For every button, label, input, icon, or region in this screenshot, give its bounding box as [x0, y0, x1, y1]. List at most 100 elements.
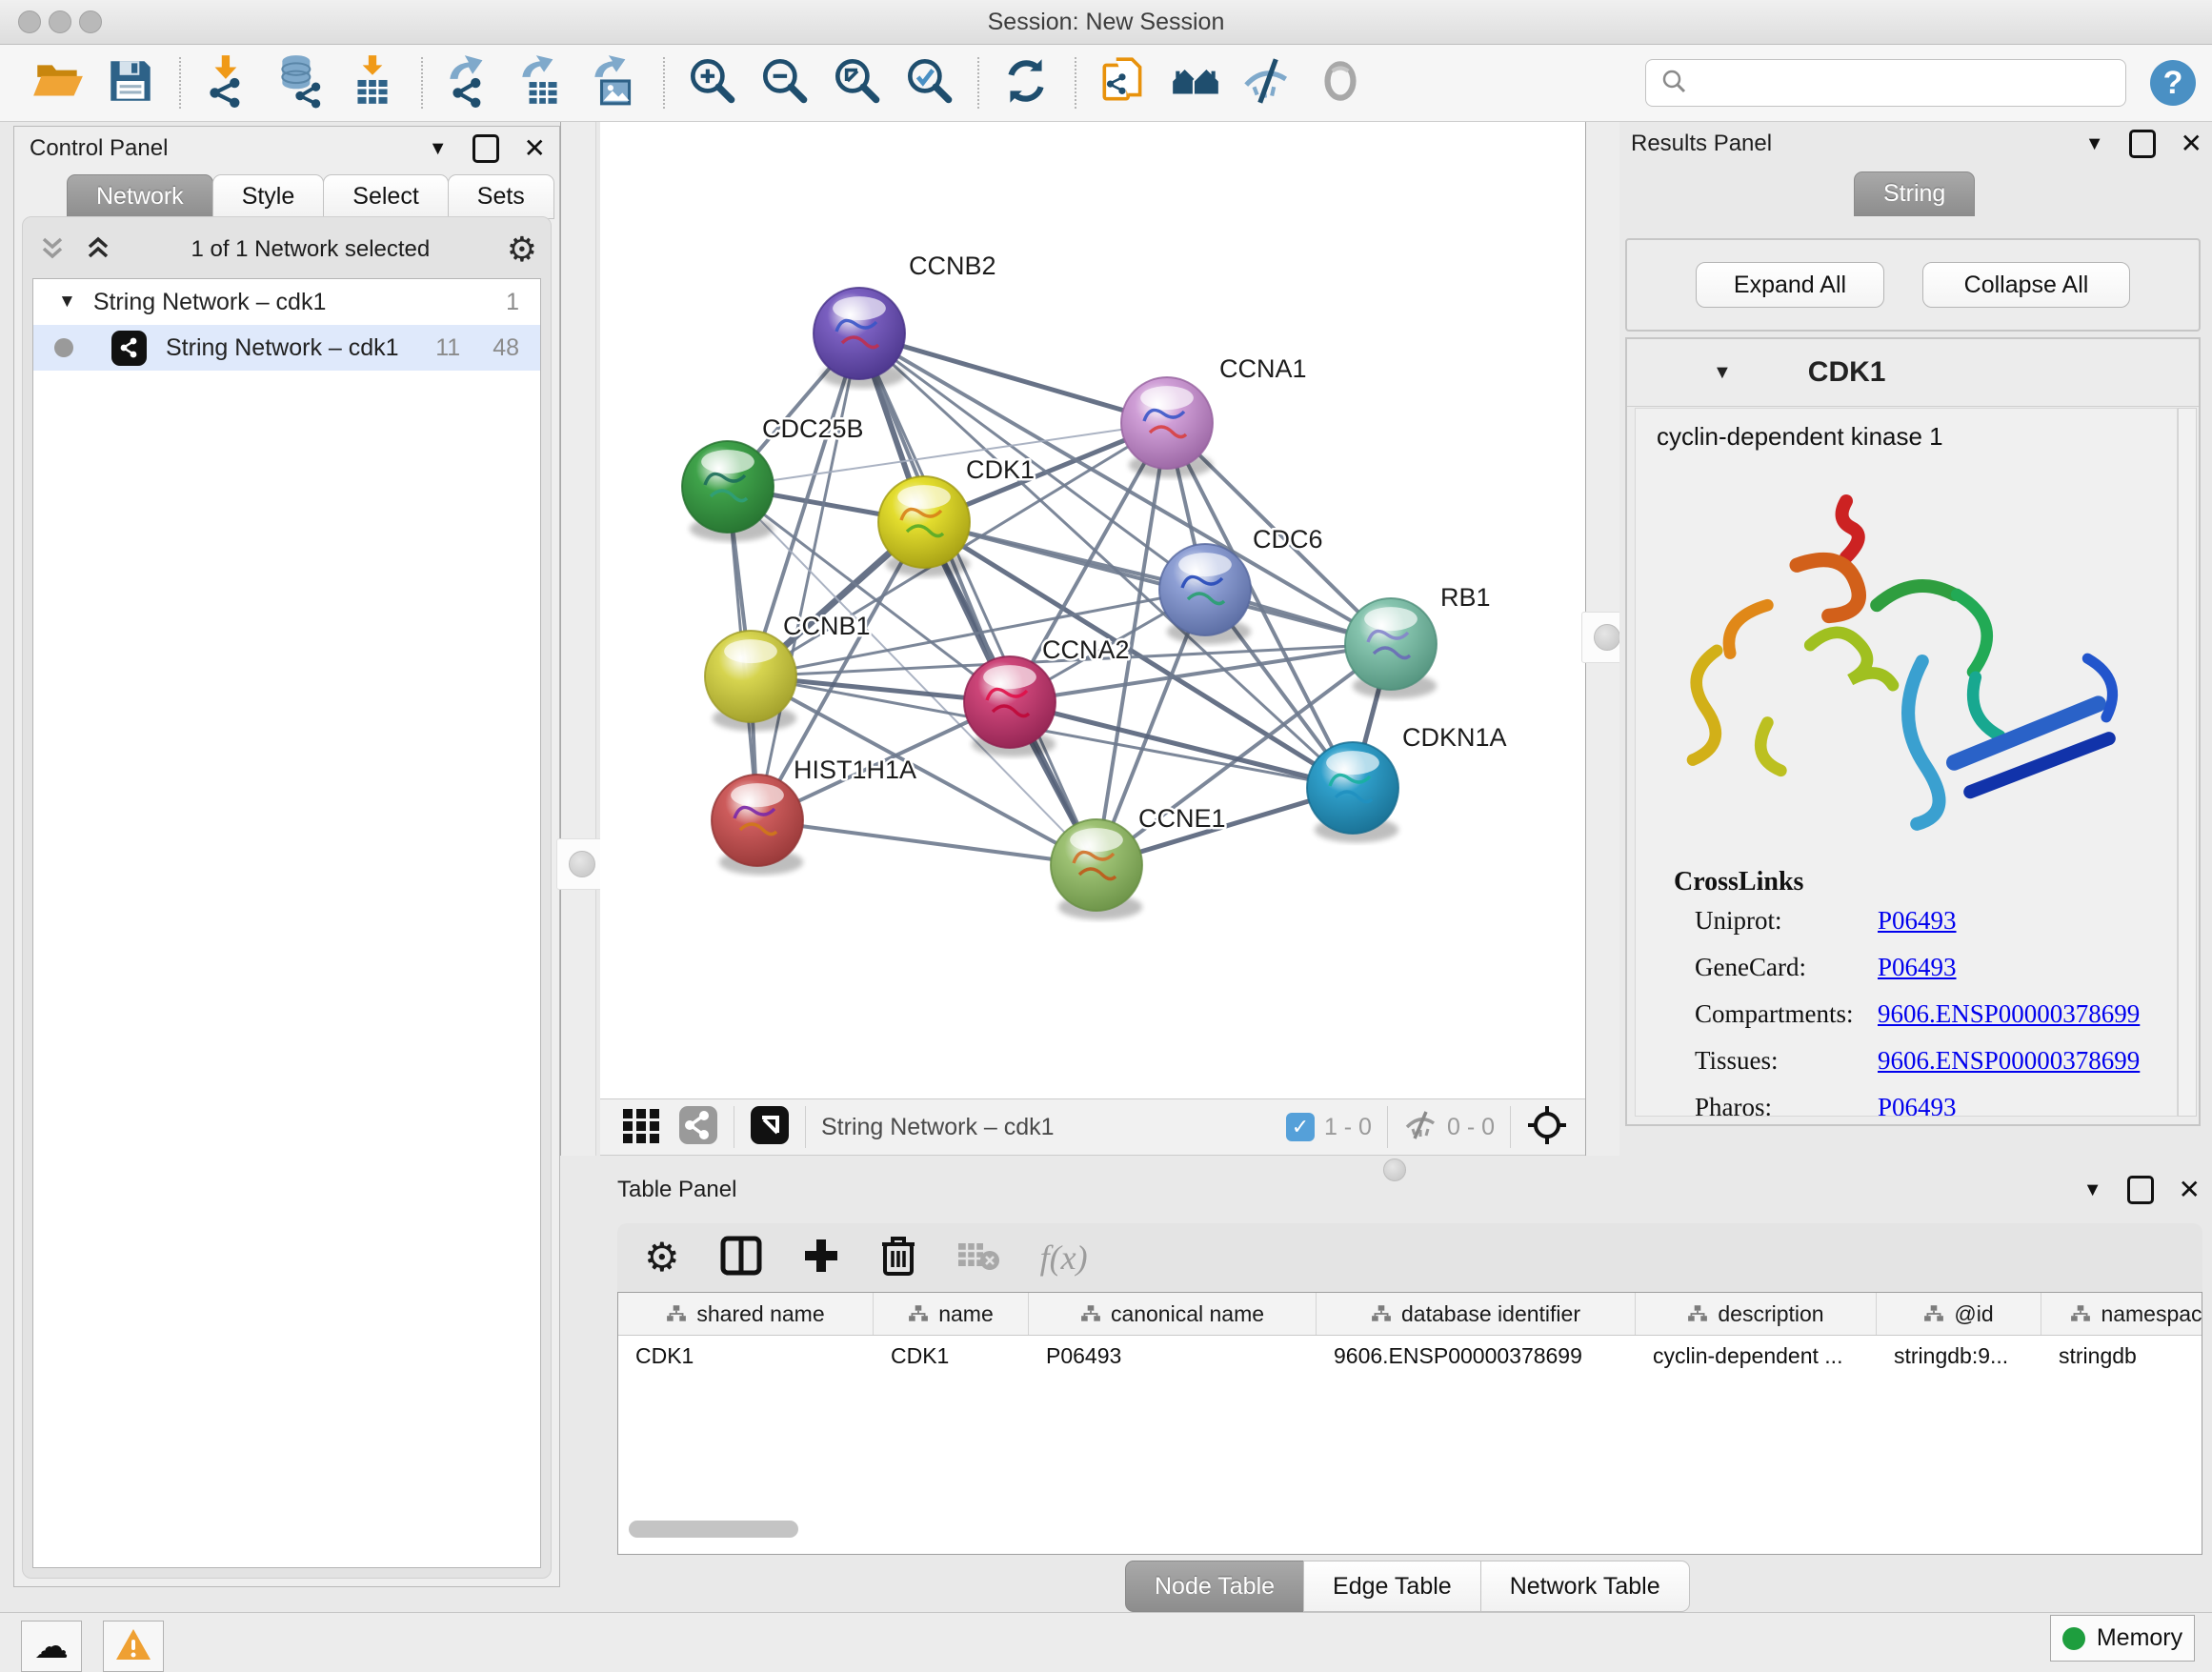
crosslink-row: GeneCard:P06493 [1695, 944, 2177, 991]
zoom-selected-button[interactable] [899, 53, 958, 112]
network-node-CCNA2[interactable] [964, 656, 1056, 756]
close-panel-icon[interactable]: ✕ [524, 135, 546, 162]
tab-network-table[interactable]: Network Table [1480, 1561, 1690, 1612]
export-table-button[interactable] [513, 53, 572, 112]
network-edge-HIST1H1A-CCNE1[interactable] [757, 820, 1096, 865]
crosslink-link[interactable]: P06493 [1878, 906, 1957, 936]
crosslink-link[interactable]: 9606.ENSP00000378699 [1878, 999, 2140, 1029]
hide-selected-button[interactable] [1238, 53, 1297, 112]
help-button[interactable]: ? [2147, 57, 2199, 109]
save-session-button[interactable] [101, 53, 160, 112]
main-toolbar: ? [0, 45, 2212, 122]
import-table-icon [345, 53, 400, 112]
expand-all-button[interactable]: Expand All [1696, 262, 1884, 308]
show-columns-icon[interactable] [720, 1236, 762, 1279]
control-panel-tabs: NetworkStyleSelectSets [68, 174, 554, 219]
network-edge-CCNB2-CCNA1[interactable] [859, 333, 1167, 423]
tab-sets[interactable]: Sets [448, 174, 554, 219]
left-panel-divider[interactable] [560, 122, 596, 1156]
zoom-out-button[interactable] [754, 53, 814, 112]
collapse-all-button[interactable]: Collapse All [1922, 262, 2130, 308]
network-node-CDC6[interactable] [1159, 544, 1251, 644]
refresh-button[interactable] [996, 53, 1056, 112]
show-all-button[interactable] [1311, 53, 1370, 112]
collapse-triangle-icon[interactable]: ▼ [58, 292, 76, 312]
column-header-description[interactable]: description [1636, 1293, 1877, 1335]
crosslink-link[interactable]: P06493 [1878, 953, 1957, 982]
network-view-icon[interactable] [678, 1105, 718, 1149]
export-image-button[interactable] [585, 53, 644, 112]
crosslink-link[interactable]: 9606.ENSP00000378699 [1878, 1046, 2140, 1076]
import-network-file-button[interactable] [198, 53, 257, 112]
network-tree-collection-row[interactable]: ▼ String Network – cdk1 1 [33, 279, 540, 325]
column-header-@id[interactable]: @id [1877, 1293, 2041, 1335]
network-tree-network-row[interactable]: String Network – cdk1 11 48 [33, 325, 540, 371]
network-node-CCNB1[interactable] [705, 631, 796, 731]
results-scrollbar[interactable] [2178, 408, 2197, 1117]
crosslink-label: Compartments: [1695, 999, 1878, 1029]
search-input[interactable] [1698, 69, 2112, 97]
close-panel-icon[interactable]: ✕ [2179, 1177, 2201, 1203]
column-header-shared-name[interactable]: shared name [618, 1293, 874, 1335]
zoom-fit-button[interactable] [827, 53, 886, 112]
warnings-button[interactable] [103, 1621, 164, 1672]
memory-button[interactable]: Memory [2050, 1615, 2195, 1662]
network-node-CCNE1[interactable] [1051, 819, 1142, 919]
network-edge-CCNB2-CCNE1[interactable] [859, 333, 1096, 865]
tab-node-table[interactable]: Node Table [1125, 1561, 1304, 1612]
toolbar-search[interactable] [1645, 59, 2126, 107]
open-session-button[interactable] [29, 53, 88, 112]
network-node-HIST1H1A[interactable] [712, 775, 803, 875]
collapse-section-icon[interactable]: ▼ [1713, 362, 1732, 384]
collapse-all-icon[interactable] [36, 232, 69, 268]
gear-icon[interactable]: ⚙ [507, 232, 537, 267]
export-network-button[interactable] [440, 53, 499, 112]
import-network-database-button[interactable] [271, 53, 330, 112]
column-header-canonical-name[interactable]: canonical name [1029, 1293, 1317, 1335]
close-panel-icon[interactable]: ✕ [2181, 131, 2202, 157]
birds-eye-view-icon[interactable] [750, 1105, 790, 1149]
string-network-graph[interactable]: CCNB2CCNA1CDC25BCDK1CDC6RB1CCNB1CCNA2CDK… [600, 122, 1585, 1098]
table-row[interactable]: CDK1CDK1P064939606.ENSP00000378699cyclin… [618, 1336, 2202, 1376]
float-panel-icon[interactable] [2129, 130, 2156, 158]
crosslink-link[interactable]: P06493 [1878, 1093, 1957, 1117]
grid-view-icon[interactable] [621, 1105, 661, 1149]
network-canvas[interactable]: CCNB2CCNA1CDC25BCDK1CDC6RB1CCNB1CCNA2CDK… [600, 122, 1585, 1098]
network-node-CDK1[interactable] [878, 476, 970, 576]
tab-style[interactable]: Style [212, 174, 325, 219]
column-header-name[interactable]: name [874, 1293, 1029, 1335]
network-edge-CCNA2-CDKN1A[interactable] [1010, 702, 1353, 788]
column-header-database-identifier[interactable]: database identifier [1317, 1293, 1636, 1335]
statusbar-separator [1387, 1106, 1388, 1148]
network-node-CCNB2[interactable] [814, 288, 905, 388]
panel-menu-icon[interactable]: ▼ [429, 138, 448, 160]
first-neighbors-button[interactable] [1166, 53, 1225, 112]
float-panel-icon[interactable] [2127, 1176, 2154, 1204]
node-label-CDC6: CDC6 [1253, 525, 1323, 554]
network-node-CCNA1[interactable] [1121, 377, 1213, 477]
tab-select[interactable]: Select [323, 174, 448, 219]
zoom-in-button[interactable] [682, 53, 741, 112]
cloud-button[interactable]: ☁ [21, 1621, 82, 1672]
expand-all-icon[interactable] [82, 232, 114, 268]
delete-column-trash-icon[interactable] [880, 1235, 916, 1280]
network-node-RB1[interactable] [1345, 598, 1437, 698]
panel-menu-icon[interactable]: ▼ [2083, 1179, 2102, 1201]
tab-edge-table[interactable]: Edge Table [1303, 1561, 1481, 1612]
import-table-file-button[interactable] [343, 53, 402, 112]
add-column-icon[interactable] [802, 1237, 840, 1279]
network-node-CDKN1A[interactable] [1307, 742, 1398, 842]
network-node-CDC25B[interactable] [682, 441, 774, 541]
node-label-CCNA1: CCNA1 [1219, 354, 1307, 383]
selected-checkbox-icon[interactable]: ✓ [1286, 1113, 1315, 1141]
tab-network[interactable]: Network [67, 174, 213, 219]
column-header-namespac[interactable]: namespac [2041, 1293, 2202, 1335]
table-settings-gear-icon[interactable]: ⚙ [644, 1238, 680, 1278]
panel-menu-icon[interactable]: ▼ [2085, 133, 2104, 155]
float-panel-icon[interactable] [473, 134, 499, 163]
table-horizontal-scrollbar[interactable] [629, 1521, 798, 1538]
tab-string[interactable]: String [1854, 171, 1975, 216]
crosshair-icon[interactable] [1526, 1104, 1568, 1150]
network-from-selection-button[interactable] [1094, 53, 1153, 112]
right-panel-divider[interactable] [1585, 122, 1621, 1156]
